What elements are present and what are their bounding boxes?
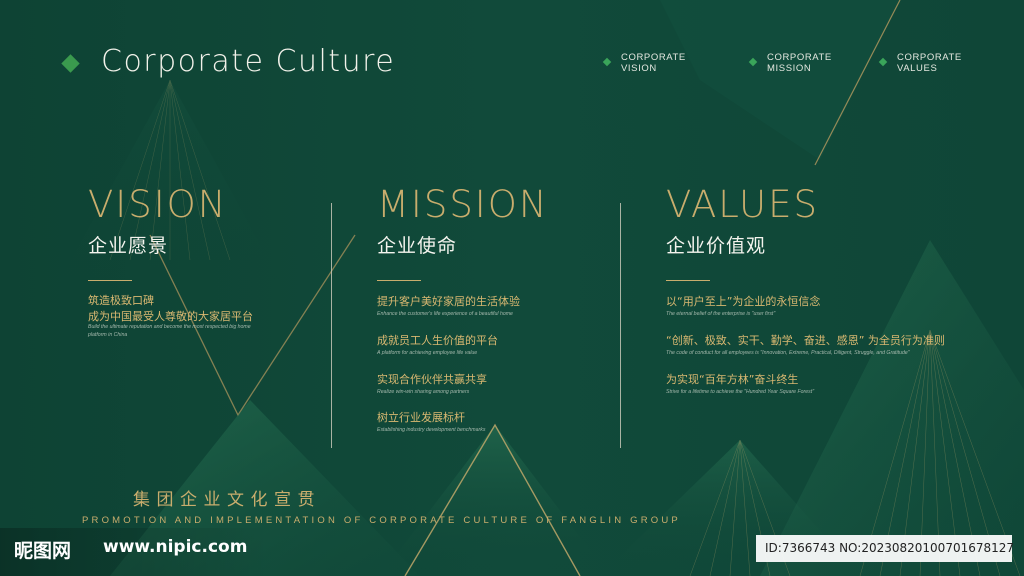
watermark-id-box: ID:7366743 NO:20230820100701678127 (756, 535, 1015, 562)
mission-subtitle: 企业使命 (377, 235, 458, 257)
footer-title-en: PROMOTION AND IMPLEMENTATION OF CORPORAT… (82, 515, 681, 526)
column-divider (331, 203, 332, 448)
mission-item-en: Establishing industry development benchm… (377, 427, 486, 433)
values-item-en: Strive for a lifetime to achieve the "Hu… (666, 389, 815, 395)
watermark-url: www.nipic.com (103, 537, 248, 557)
vision-item-cn: 筑造极致口碑 (88, 294, 154, 307)
nav-line1: CORPORATE (897, 52, 962, 63)
footer-title-cn: 集团企业文化宣贯 (133, 490, 321, 510)
vision-heading: VISION (88, 183, 228, 226)
page-title: Corporate Culture (101, 44, 396, 79)
mission-item-en: Enhance the customer's life experience o… (377, 311, 513, 317)
diamond-icon (878, 57, 888, 67)
vision-rule (88, 280, 132, 281)
vision-subtitle: 企业愿景 (88, 235, 169, 257)
nav-line1: CORPORATE (767, 52, 832, 63)
values-heading: VALUES (666, 183, 819, 226)
values-item-cn: “创新、极致、实干、勤学、奋进、感恩” 为全员行为准则 (666, 334, 945, 347)
values-item-cn: 为实现“百年方林”奋斗终生 (666, 373, 799, 386)
watermark-logo: 昵图网 (14, 540, 72, 562)
diamond-icon (748, 57, 758, 67)
nav-corporate-vision[interactable]: CORPORATE VISION (602, 52, 686, 74)
nav-line1: CORPORATE (621, 52, 686, 63)
column-divider (620, 203, 621, 448)
vision-item-cn: 成为中国最受人尊敬的大家居平台 (88, 310, 253, 323)
nav-corporate-values[interactable]: CORPORATE VALUES (878, 52, 962, 74)
mission-item-en: A platform for achieving employee life v… (377, 350, 478, 356)
watermark-id: ID:7366743 NO:20230820100701678127 (765, 541, 1015, 555)
mission-rule (377, 280, 421, 281)
values-subtitle: 企业价值观 (666, 235, 767, 257)
nav-corporate-mission[interactable]: CORPORATE MISSION (748, 52, 832, 74)
mission-item-cn: 提升客户美好家居的生活体验 (377, 295, 520, 308)
mission-item-cn: 树立行业发展标杆 (377, 411, 465, 424)
vision-item-en: Build the ultimate reputation and become… (88, 324, 251, 330)
nav-line2: VISION (621, 62, 657, 74)
values-item-en: The eternal belief of the enterprise is … (666, 311, 776, 317)
values-item-cn: 以“用户至上”为企业的永恒信念 (666, 295, 821, 308)
mission-item-en: Realize win-win sharing among partners (377, 389, 470, 395)
values-item-en: The code of conduct for all employees is… (666, 350, 910, 356)
mission-item-cn: 实现合作伙伴共赢共享 (377, 373, 487, 386)
mission-item-cn: 成就员工人生价值的平台 (377, 334, 498, 347)
slide-canvas: Corporate Culture CORPORATE VISION CORPO… (0, 0, 1024, 576)
vision-item-en: platform in China (88, 332, 128, 338)
diamond-icon (602, 57, 612, 67)
nav-line2: MISSION (767, 62, 812, 74)
values-rule (666, 280, 710, 281)
mission-heading: MISSION (377, 183, 549, 226)
nav-line2: VALUES (897, 62, 938, 74)
